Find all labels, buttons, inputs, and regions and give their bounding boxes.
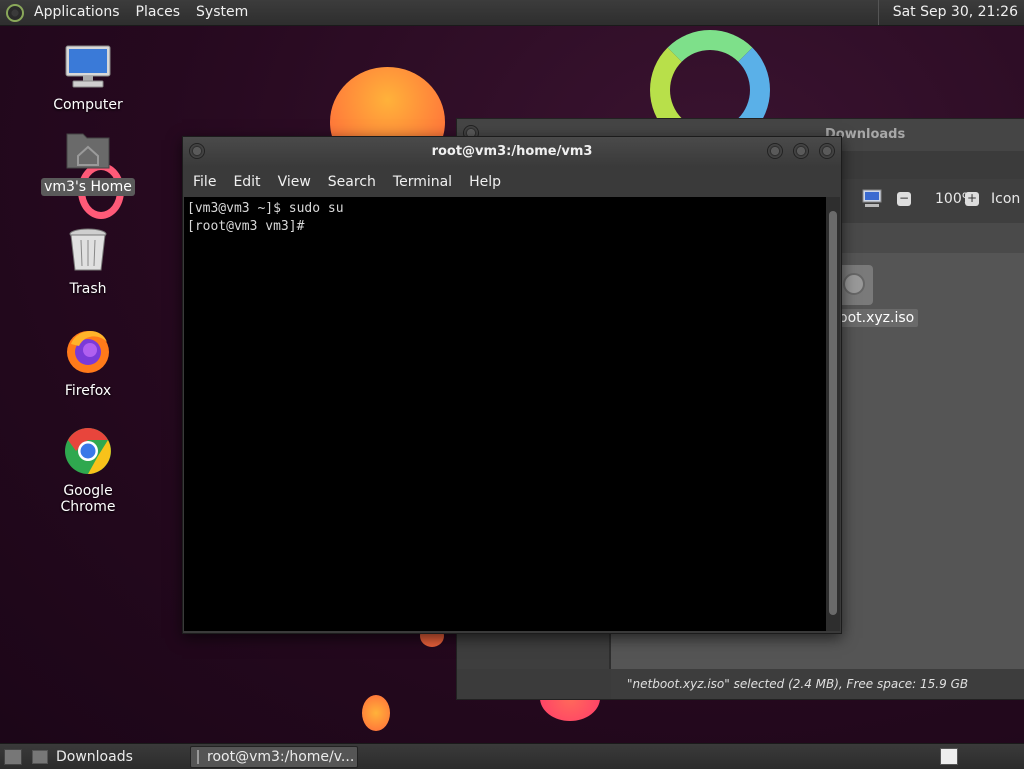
terminal-scrollbar[interactable] [826, 197, 840, 631]
menu-terminal[interactable]: Terminal [387, 174, 463, 190]
home-folder-icon [66, 133, 110, 169]
scrollbar-thumb[interactable] [829, 211, 837, 615]
applications-logo-icon[interactable] [6, 3, 24, 22]
top-panel: Applications Places System Sat Sep 30, 2… [0, 0, 1024, 26]
iso-file-icon[interactable] [837, 265, 873, 305]
taskbar-item-label: Downloads [56, 748, 133, 765]
desktop-icon-label: Computer [53, 97, 123, 113]
computer-icon[interactable] [861, 189, 883, 209]
desktop-icon-label: vm3's Home [41, 178, 135, 196]
trash-icon [69, 228, 107, 271]
computer-icon [65, 45, 111, 88]
zoom-out-icon[interactable]: − [897, 192, 911, 206]
view-mode-select[interactable]: Icon V [991, 191, 1024, 207]
terminal-icon [197, 749, 199, 764]
folder-icon [32, 749, 48, 764]
taskbar-item-downloads[interactable]: Downloads [26, 746, 186, 768]
terminal-screen[interactable]: [vm3@vm3 ~]$ sudo su [root@vm3 vm3]# [184, 197, 826, 631]
firefox-icon [67, 330, 109, 373]
desktop-icon-computer[interactable]: Computer [38, 44, 138, 114]
terminal-titlebar[interactable]: root@vm3:/home/vm3 [183, 137, 841, 167]
menu-edit[interactable]: Edit [227, 174, 271, 190]
menu-system[interactable]: System [188, 0, 256, 25]
workspace-switcher-icon[interactable] [940, 748, 958, 765]
bottom-panel: Downloads root@vm3:/home/v... [0, 743, 1024, 769]
menu-applications[interactable]: Applications [26, 0, 128, 25]
menu-places[interactable]: Places [128, 0, 189, 25]
taskbar-item-terminal[interactable]: root@vm3:/home/v... [190, 745, 358, 768]
menu-view[interactable]: View [272, 174, 322, 190]
terminal-window[interactable]: root@vm3:/home/vm3 File Edit View Search… [182, 136, 842, 634]
terminal-line: [vm3@vm3 ~]$ sudo su [187, 201, 344, 216]
file-label[interactable]: oot.xyz.iso [835, 309, 919, 327]
taskbar-item-label: root@vm3:/home/v... [207, 748, 355, 765]
desktop-icon-label: Google Chrome [60, 483, 116, 515]
chrome-icon [65, 428, 111, 474]
desktop-icon-home[interactable]: vm3's Home [38, 126, 138, 196]
menu-file[interactable]: File [187, 174, 227, 190]
maximize-icon[interactable] [793, 143, 809, 159]
show-desktop-icon[interactable] [4, 748, 22, 765]
menu-help[interactable]: Help [463, 174, 512, 190]
terminal-menubar: File Edit View Search Terminal Help [183, 167, 841, 197]
desktop-icon-chrome[interactable]: Google Chrome [38, 426, 138, 516]
clock[interactable]: Sat Sep 30, 21:26 [877, 0, 1024, 25]
top-menu: Applications Places System [26, 0, 256, 25]
zoom-in-icon[interactable]: + [965, 192, 979, 206]
desktop-icon-label: Trash [69, 281, 107, 297]
menu-search[interactable]: Search [322, 174, 387, 190]
window-menu-icon[interactable] [189, 143, 205, 159]
status-bar: "netboot.xyz.iso" selected (2.4 MB), Fre… [611, 669, 1024, 699]
minimize-icon[interactable] [767, 143, 783, 159]
desktop-icon-label: Firefox [64, 383, 112, 399]
wallpaper-orange-dot [362, 695, 390, 731]
close-icon[interactable] [819, 143, 835, 159]
desktop-icon-firefox[interactable]: Firefox [38, 326, 138, 400]
desktop-icon-trash[interactable]: Trash [38, 226, 138, 298]
terminal-title: root@vm3:/home/vm3 [431, 144, 593, 159]
terminal-line: [root@vm3 vm3]# [187, 219, 305, 234]
